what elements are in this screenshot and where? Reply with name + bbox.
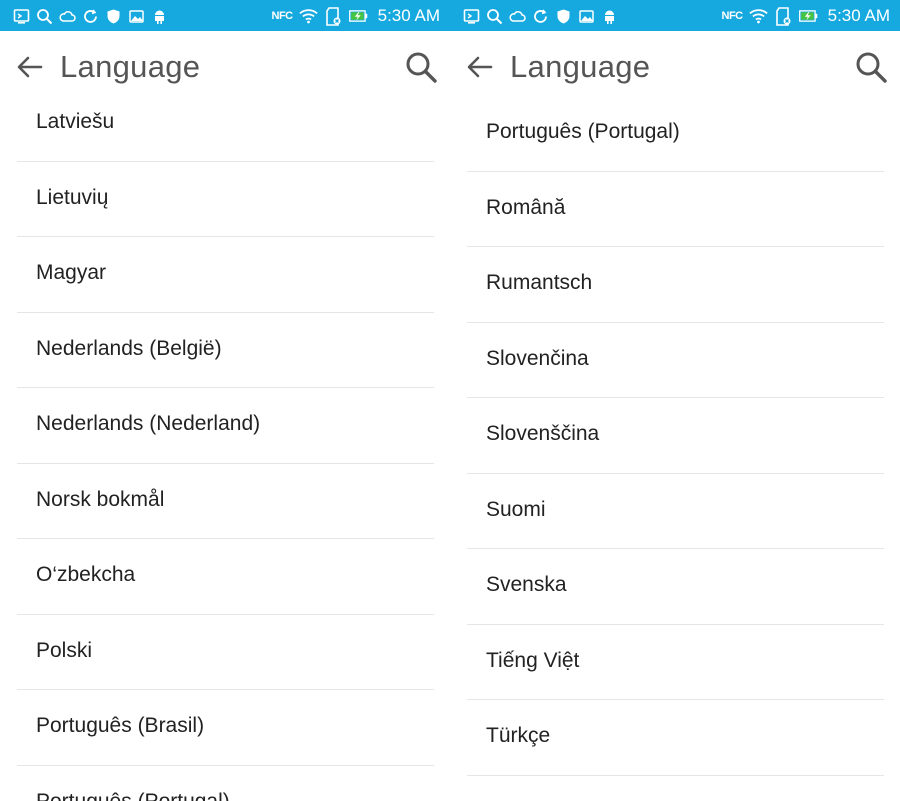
page-title: Language xyxy=(60,49,201,84)
list-item[interactable]: Română xyxy=(467,172,884,247)
language-label: Polski xyxy=(36,638,93,662)
status-bar: NFC 5:30 AM xyxy=(450,0,900,31)
arrow-left-icon[interactable] xyxy=(464,51,496,83)
list-item[interactable]: Svenska xyxy=(467,549,884,625)
list-item[interactable]: Magyar xyxy=(17,237,434,313)
list-item[interactable]: Lietuvių xyxy=(17,162,434,237)
language-list: Português (Portugal) Română Rumantsch Sl… xyxy=(450,96,900,776)
left-screen: NFC 5:30 AM Language Latviešu Lietuvių M… xyxy=(0,0,450,801)
nfc-icon: NFC xyxy=(271,10,294,22)
sd-card-icon xyxy=(324,6,343,26)
right-screen: NFC 5:30 AM Language Português (Portugal… xyxy=(450,0,900,801)
gallery-icon xyxy=(577,7,596,26)
arrow-left-icon[interactable] xyxy=(14,51,46,83)
language-label: Português (Brasil) xyxy=(36,714,205,737)
android-icon xyxy=(150,7,169,26)
sync-icon xyxy=(81,7,100,26)
list-item[interactable]: Português (Brasil) xyxy=(17,690,434,766)
screen-icon xyxy=(12,7,31,26)
app-toolbar: Language xyxy=(450,31,900,106)
system-icons: NFC 5:30 AM xyxy=(272,5,440,27)
language-label: Slovenščina xyxy=(486,422,600,445)
battery-charging-icon xyxy=(348,7,368,26)
list-item[interactable]: Slovenčina xyxy=(467,323,884,398)
notification-icons xyxy=(12,5,169,27)
system-icons: NFC 5:30 AM xyxy=(722,5,890,27)
sd-card-icon xyxy=(774,6,793,26)
list-item[interactable]: Português (Portugal) xyxy=(467,96,884,172)
language-label: Tiếng Việt xyxy=(486,648,580,672)
language-label: Türkçe xyxy=(486,724,551,747)
language-label: Lietuvių xyxy=(36,185,109,209)
language-list: Latviešu Lietuvių Magyar Nederlands (Bel… xyxy=(0,86,450,801)
language-label: Norsk bokmål xyxy=(36,487,165,511)
language-label: Svenska xyxy=(486,573,567,596)
language-label: Română xyxy=(486,195,566,219)
list-item[interactable]: Türkçe xyxy=(467,700,884,776)
status-bar: NFC 5:30 AM xyxy=(0,0,450,31)
language-label: Suomi xyxy=(486,497,546,521)
list-item[interactable]: Nederlands (België) xyxy=(17,313,434,388)
language-label: Nederlands (Nederland) xyxy=(36,412,261,435)
page-title: Language xyxy=(510,49,651,84)
list-item[interactable]: Latviešu xyxy=(17,86,434,162)
gallery-icon xyxy=(127,7,146,26)
language-label: Rumantsch xyxy=(486,271,593,294)
list-item[interactable]: Nederlands (Nederland) xyxy=(17,388,434,464)
shield-icon xyxy=(554,7,573,26)
shield-icon xyxy=(104,7,123,26)
cloud-icon xyxy=(58,7,77,26)
battery-charging-icon xyxy=(798,7,818,26)
list-item[interactable]: Slovenščina xyxy=(467,398,884,474)
language-label: Magyar xyxy=(36,261,107,284)
nfc-icon: NFC xyxy=(721,10,744,22)
list-item[interactable]: Norsk bokmål xyxy=(17,464,434,539)
language-label: Nederlands (België) xyxy=(36,336,222,360)
sync-icon xyxy=(531,7,550,26)
list-item[interactable]: Rumantsch xyxy=(467,247,884,323)
list-item[interactable]: Polski xyxy=(17,615,434,690)
search-icon[interactable] xyxy=(404,50,438,84)
wifi-icon xyxy=(298,7,318,26)
android-icon xyxy=(600,7,619,26)
status-time: 5:30 AM xyxy=(827,6,890,25)
screen-icon xyxy=(462,7,481,26)
list-item[interactable]: Suomi xyxy=(467,474,884,549)
search-notification-icon xyxy=(35,7,54,26)
notification-icons xyxy=(462,5,619,27)
list-item[interactable]: O‘zbekcha xyxy=(17,539,434,615)
status-time: 5:30 AM xyxy=(377,6,440,25)
search-icon[interactable] xyxy=(854,50,888,84)
wifi-icon xyxy=(748,7,768,26)
language-label: O‘zbekcha xyxy=(36,563,136,586)
search-notification-icon xyxy=(485,7,504,26)
language-label: Português (Portugal) xyxy=(486,120,680,143)
cloud-icon xyxy=(508,7,527,26)
list-item[interactable]: Tiếng Việt xyxy=(467,625,884,700)
language-label: Slovenčina xyxy=(486,346,589,370)
language-label: Português (Portugal) xyxy=(36,789,230,801)
language-label: Latviešu xyxy=(36,110,115,133)
list-item[interactable]: Português (Portugal) xyxy=(17,766,434,801)
